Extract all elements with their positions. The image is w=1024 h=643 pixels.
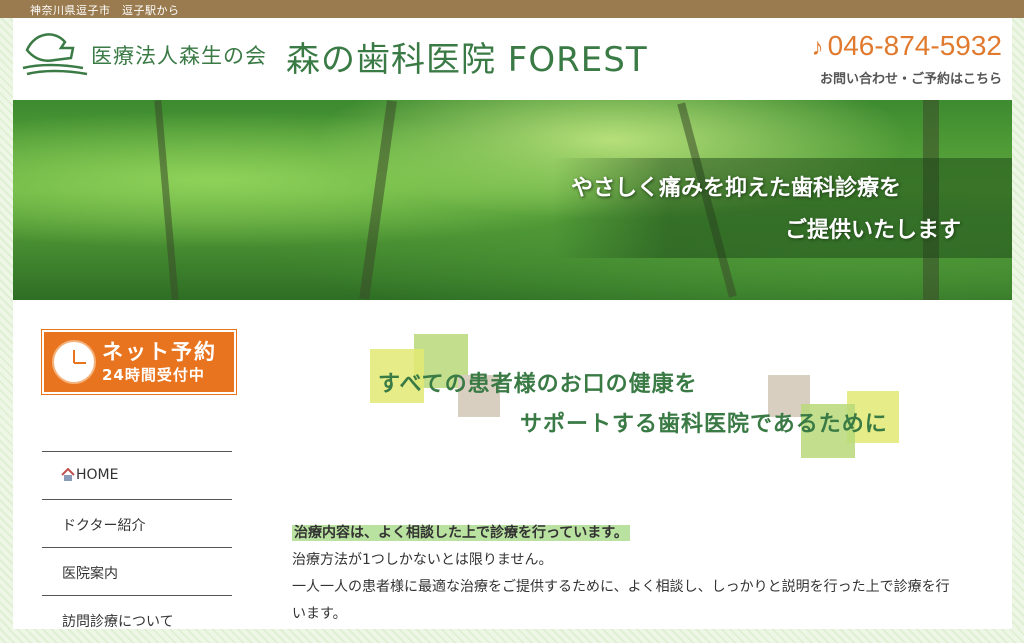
- tree-trunk: [359, 100, 397, 300]
- location-text: 神奈川県逗子市 逗子駅から: [30, 4, 180, 17]
- tagline-line-2: サポートする歯科医院であるために: [520, 412, 888, 437]
- reservation-title: ネット予約: [102, 340, 217, 364]
- intro-heading: 治療内容は、よく相談した上で診療を行っています。: [292, 525, 630, 541]
- tagline-line-1: すべての患者様のお口の健康を: [378, 372, 698, 397]
- intro-paragraph: 一人一人の患者様に最適な治療をご提供するために、よく相談し、しっかりと説明を行っ…: [292, 579, 950, 595]
- sidebar-item-clinic-info[interactable]: 医院案内: [42, 547, 232, 595]
- page-container: 医療法人森生の会 森の歯科医院 FOREST ♪ 046-874-5932 お問い…: [13, 18, 1012, 630]
- sidebar-item-home-visit[interactable]: 訪問診療について: [42, 595, 232, 643]
- phone-icon: ♪: [811, 34, 824, 61]
- sidebar-nav: HOME ドクター紹介 医院案内 訪問診療について: [42, 451, 232, 643]
- clinic-name[interactable]: 森の歯科医院 FOREST: [286, 32, 648, 81]
- org-name: 医療法人森生の会: [91, 44, 267, 68]
- intro-section: 治療内容は、よく相談した上で診療を行っています。 治療方法が1つしかないとは限り…: [292, 520, 992, 628]
- sidebar-item-doctor[interactable]: ドクター紹介: [42, 499, 232, 547]
- sidebar-item-label: ドクター紹介: [62, 518, 146, 534]
- top-bar: 神奈川県逗子市 逗子駅から: [0, 0, 1024, 18]
- phone-number: 046-874-5932: [827, 30, 1002, 61]
- contact-label[interactable]: お問い合わせ・ご予約はこちら: [820, 68, 1002, 87]
- sidebar-item-label: HOME: [76, 467, 119, 483]
- intro-paragraph: 治療方法が1つしかないとは限りません。: [292, 552, 553, 568]
- net-reservation-banner[interactable]: ネット予約 24時間受付中: [42, 330, 236, 394]
- phone-link[interactable]: ♪ 046-874-5932: [812, 30, 1002, 62]
- sidebar-item-label: 訪問診療について: [62, 614, 174, 630]
- intro-paragraph: います。: [292, 606, 347, 622]
- reservation-subtitle: 24時間受付中: [102, 366, 205, 384]
- hero-line-1: やさしく痛みを抑えた歯科診療を: [571, 176, 902, 201]
- sidebar-item-home[interactable]: HOME: [42, 451, 232, 499]
- sidebar-item-label: 医院案内: [62, 566, 118, 582]
- home-icon: [61, 468, 75, 481]
- hero-banner: やさしく痛みを抑えた歯科診療を ご提供いたします: [13, 100, 1012, 300]
- hero-line-2: ご提供いたします: [785, 218, 962, 243]
- forest-logo-icon[interactable]: [21, 28, 91, 78]
- site-header: 医療法人森生の会 森の歯科医院 FOREST ♪ 046-874-5932 お問い…: [13, 18, 1012, 100]
- clock-icon: [52, 340, 96, 384]
- tree-trunk: [154, 100, 179, 300]
